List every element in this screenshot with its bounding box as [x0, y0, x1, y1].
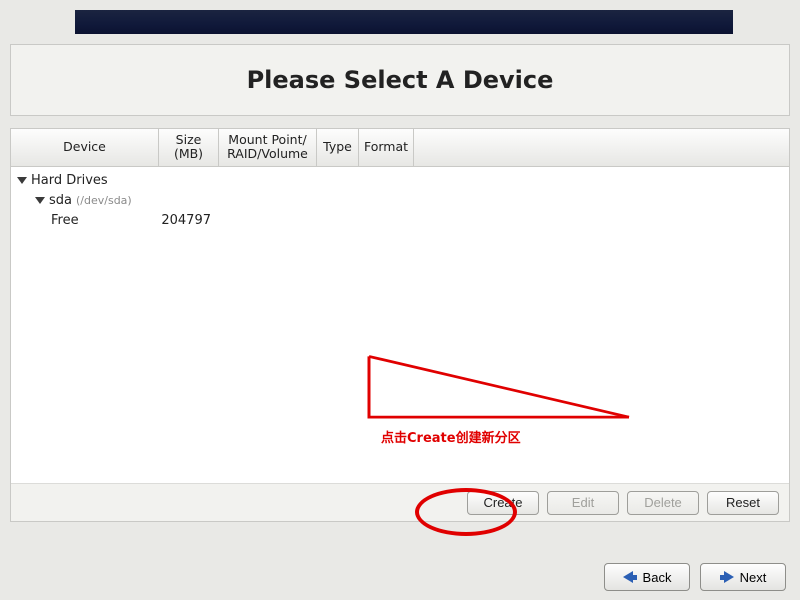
table-row[interactable]: Free 204797: [11, 211, 789, 231]
col-format[interactable]: Format: [359, 129, 414, 166]
title-bar: [75, 10, 733, 34]
edit-button[interactable]: Edit: [547, 491, 619, 515]
arrow-left-icon: [623, 571, 637, 583]
create-button[interactable]: Create: [467, 491, 539, 515]
arrow-right-icon: [720, 571, 734, 583]
table-row[interactable]: Hard Drives: [11, 171, 789, 191]
table-body: Hard Drives sda (/dev/sda) Free 204797 点…: [11, 167, 789, 483]
col-size[interactable]: Size (MB): [159, 129, 219, 166]
tree-disk-aux: (/dev/sda): [76, 194, 132, 207]
header-panel: Please Select A Device: [10, 44, 790, 116]
back-label: Back: [643, 570, 672, 585]
reset-button[interactable]: Reset: [707, 491, 779, 515]
nav-bar: Back Next: [0, 554, 800, 600]
next-label: Next: [740, 570, 767, 585]
back-button[interactable]: Back: [604, 563, 690, 591]
tree-free-label: Free: [51, 213, 79, 228]
col-rest: [414, 129, 789, 166]
expand-icon[interactable]: [35, 197, 45, 204]
tree-root-label: Hard Drives: [31, 173, 108, 188]
device-table: Device Size (MB) Mount Point/ RAID/Volum…: [10, 128, 790, 522]
col-type[interactable]: Type: [317, 129, 359, 166]
table-toolbar: Create Edit Delete Reset: [11, 483, 789, 521]
expand-icon[interactable]: [17, 177, 27, 184]
col-mount[interactable]: Mount Point/ RAID/Volume: [219, 129, 317, 166]
table-header: Device Size (MB) Mount Point/ RAID/Volum…: [11, 129, 789, 167]
annotation-text: 点击Create创建新分区: [381, 427, 521, 446]
next-button[interactable]: Next: [700, 563, 786, 591]
tree-disk-label: sda: [49, 193, 72, 208]
page-title: Please Select A Device: [247, 66, 554, 94]
table-row[interactable]: sda (/dev/sda): [11, 191, 789, 211]
col-device[interactable]: Device: [11, 129, 159, 166]
tree-free-size: 204797: [159, 213, 219, 228]
delete-button[interactable]: Delete: [627, 491, 699, 515]
